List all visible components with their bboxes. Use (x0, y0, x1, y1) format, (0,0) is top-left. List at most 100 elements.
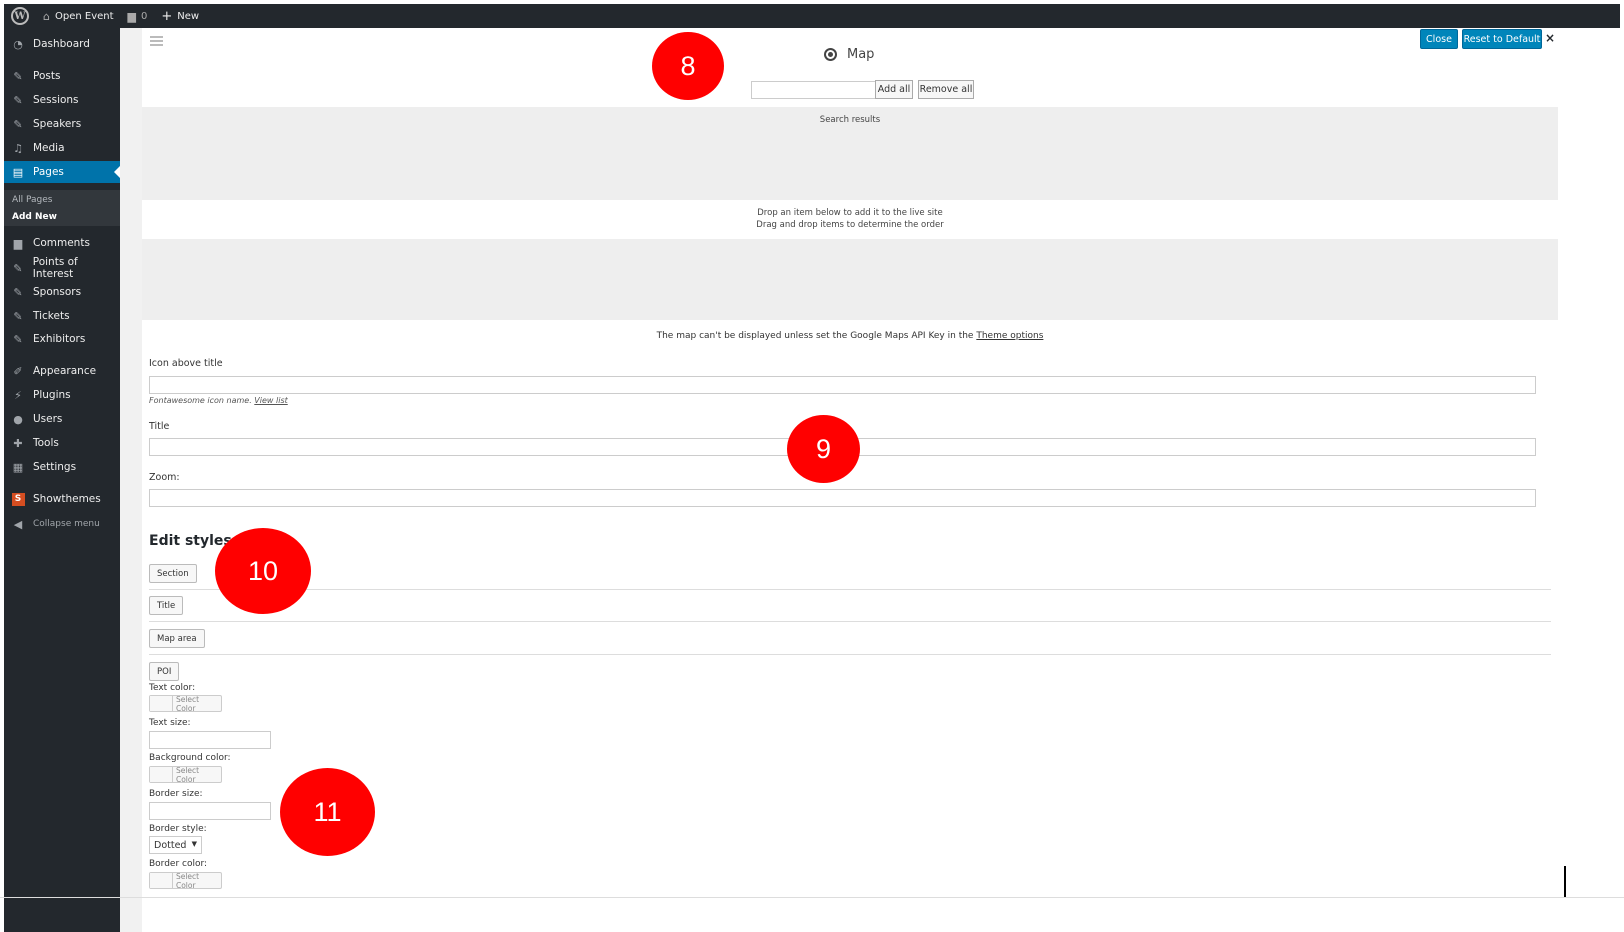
view-list-link[interactable]: View list (254, 396, 287, 405)
sidebar-item-speakers[interactable]: ✎ Speakers (4, 113, 120, 135)
close-button[interactable]: Close (1420, 29, 1458, 49)
sidebar-item-label: Media (33, 142, 65, 154)
dashboard-icon: ◔ (13, 37, 23, 51)
title-style-button[interactable]: Title (149, 596, 184, 615)
sidebar-item-sessions[interactable]: ✎ Sessions (4, 89, 120, 111)
sidebar-item-label: Speakers (33, 118, 82, 130)
sidebar-item-plugins[interactable]: ⚡ Plugins (4, 384, 120, 406)
sidebar-item-media[interactable]: ♫ Media (4, 137, 120, 159)
collapse-arrow-icon: ◀ (13, 517, 23, 531)
sidebar-item-showthemes[interactable]: S Showthemes (4, 488, 120, 510)
pin-icon: ✎ (13, 309, 23, 323)
text-size-input[interactable] (149, 731, 271, 749)
sidebar-item-dashboard[interactable]: ◔ Dashboard (4, 33, 120, 55)
icon-help-label: Fontawesome icon name. (149, 396, 255, 405)
divider (149, 621, 1551, 622)
search-results-label: Search results (819, 115, 881, 125)
close-icon[interactable]: × (1545, 31, 1555, 45)
wp-logo-menu[interactable]: W (4, 4, 36, 28)
zoom-label: Zoom: (149, 472, 180, 483)
new-content-link[interactable]: + New (154, 4, 206, 28)
border-size-input[interactable] (149, 802, 271, 820)
border-color-label: Border color: (149, 859, 208, 869)
settings-icon: ▦ (12, 460, 24, 474)
sidebar-item-label: Exhibitors (33, 333, 86, 345)
sidebar-item-label: Posts (33, 70, 61, 82)
sidebar-item-label: Plugins (33, 389, 71, 401)
icon-above-title-label: Icon above title (149, 358, 223, 369)
drop-zone[interactable] (142, 239, 1558, 320)
annotation-badge: 9 (787, 415, 860, 483)
sidebar-item-tools[interactable]: ✚ Tools (4, 432, 120, 454)
sidebar-item-label: Settings (33, 461, 77, 473)
hamburger-menu-icon[interactable] (150, 36, 163, 46)
drop-instruction: Drop an item below to add it to the live… (757, 208, 943, 218)
section-style-button[interactable]: Section (149, 564, 197, 583)
sidebar-item-posts[interactable]: ✎ Posts (4, 65, 120, 87)
map-area-style-button[interactable]: Map area (149, 629, 205, 648)
title-label: Title (149, 421, 170, 432)
pin-icon: ✎ (13, 261, 23, 275)
zoom-input[interactable] (149, 489, 1536, 507)
edit-styles-heading: Edit styles (149, 533, 232, 549)
sidebar-item-points-of-interest[interactable]: ✎ Points of Interest (4, 256, 120, 280)
pin-icon: ✎ (13, 93, 23, 107)
text-color-label: Text color: (149, 683, 196, 693)
pin-icon: ✎ (13, 285, 23, 299)
pages-icon: ▤ (12, 165, 24, 179)
sidebar-item-exhibitors[interactable]: ✎ Exhibitors (4, 328, 120, 350)
sidebar-item-tickets[interactable]: ✎ Tickets (4, 305, 120, 327)
sidebar-item-users[interactable]: ● Users (4, 408, 120, 430)
text-color-picker[interactable]: Select Color (149, 694, 222, 713)
add-all-button[interactable]: Add all (875, 80, 913, 99)
theme-options-link[interactable]: Theme options (976, 331, 1043, 341)
site-name-link[interactable]: ⌂ Open Event (36, 4, 121, 28)
select-color-label: Select Color (175, 765, 200, 784)
sidebar-item-appearance[interactable]: ✐ Appearance (4, 360, 120, 382)
reset-to-default-button[interactable]: Reset to Default (1462, 29, 1542, 49)
sidebar-item-label: Users (33, 413, 63, 425)
new-label: New (177, 10, 200, 22)
icon-above-title-input[interactable] (149, 376, 1536, 394)
pin-icon: ✎ (13, 332, 23, 346)
border-color-picker[interactable]: Select Color (149, 872, 222, 890)
sidebar-item-sponsors[interactable]: ✎ Sponsors (4, 281, 120, 303)
widget-title: Map (824, 47, 874, 62)
plus-icon: + (161, 8, 173, 24)
map-api-notice: The map can't be displayed unless set th… (142, 331, 1558, 341)
target-icon (824, 48, 837, 61)
sidebar-item-label: Sessions (33, 94, 79, 106)
pin-icon: ✎ (13, 117, 23, 131)
comments-link[interactable]: ▆ 0 (121, 4, 155, 28)
sidebar-item-pages[interactable]: ▤ Pages (4, 161, 120, 183)
admin-sidebar: ◔ Dashboard ✎ Posts ✎ Sessions ✎ Speaker… (4, 28, 120, 932)
submenu-add-new[interactable]: Add New (12, 212, 57, 222)
content-gutter (120, 28, 142, 932)
border-style-label: Border style: (149, 824, 207, 834)
sidebar-item-settings[interactable]: ▦ Settings (4, 456, 120, 478)
sidebar-item-comments[interactable]: ▆ Comments (4, 232, 120, 254)
color-swatch (150, 696, 173, 711)
color-swatch (150, 767, 173, 782)
background-color-picker[interactable]: Select Color (149, 765, 222, 784)
pages-submenu: All Pages Add New (4, 190, 120, 226)
home-icon: ⌂ (43, 9, 50, 23)
poi-style-button[interactable]: POI (149, 662, 180, 681)
brush-icon: ✐ (13, 364, 23, 378)
drag-instruction: Drag and drop items to determine the ord… (756, 220, 944, 230)
color-swatch (150, 873, 173, 888)
search-input[interactable] (751, 81, 877, 99)
collapse-menu-button[interactable]: ◀ Collapse menu (4, 513, 120, 535)
text-size-label: Text size: (149, 718, 191, 728)
annotation-badge: 8 (652, 32, 724, 100)
plug-icon: ⚡ (14, 388, 22, 402)
widget-title-label: Map (847, 47, 875, 62)
border-size-label: Border size: (149, 789, 203, 799)
select-color-label: Select Color (175, 694, 200, 713)
comment-icon: ▆ (127, 9, 136, 23)
sidebar-item-label: Tickets (33, 310, 70, 322)
sidebar-item-label: Dashboard (33, 38, 90, 50)
border-style-select[interactable]: Dotted ▼ (149, 836, 202, 854)
remove-all-button[interactable]: Remove all (918, 80, 974, 99)
submenu-all-pages[interactable]: All Pages (12, 195, 53, 205)
